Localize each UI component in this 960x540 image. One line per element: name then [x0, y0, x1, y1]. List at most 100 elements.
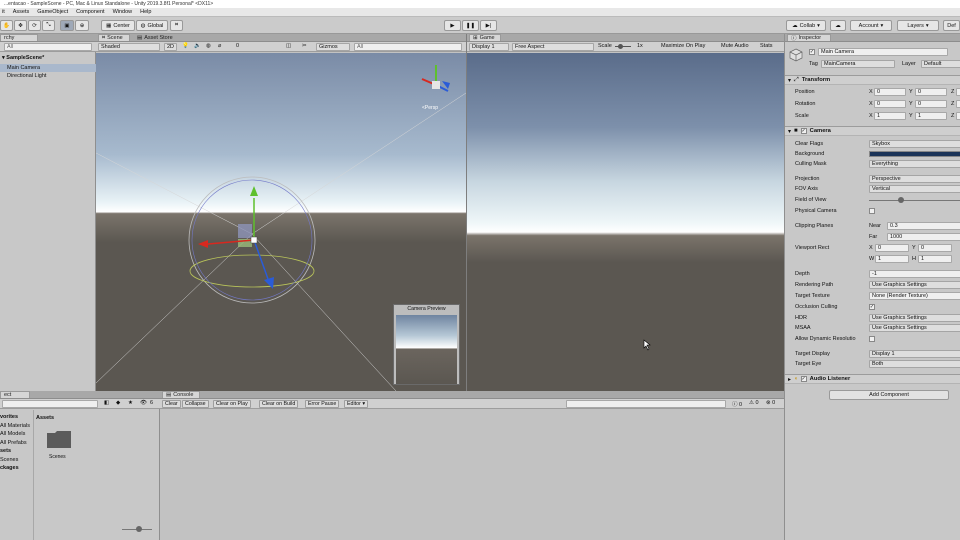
filter-label-icon[interactable]: ◆ [116, 400, 120, 406]
camera-settings-icon[interactable]: ◫ [286, 43, 291, 49]
occlusion-culling-checkbox[interactable]: ✓ [869, 304, 875, 310]
tab-console[interactable]: ▤ Console [162, 391, 200, 398]
rotation-z-field[interactable] [956, 100, 960, 108]
camera-enabled-checkbox[interactable]: ✓ [800, 128, 807, 134]
depth-field[interactable]: -1 [869, 270, 960, 278]
tab-inspector[interactable]: ⓘ Inspector [787, 34, 831, 42]
error-count-toggle[interactable]: ⊗ 0 [766, 400, 775, 406]
menu-help[interactable]: Help [140, 9, 151, 15]
filter-type-icon[interactable]: ◧ [104, 400, 109, 406]
project-tree-item[interactable]: All Materials [0, 423, 30, 429]
dynamic-resolution-checkbox[interactable] [869, 336, 875, 342]
console-search-input[interactable] [566, 400, 726, 408]
pause-button[interactable]: ❚❚ [462, 20, 479, 31]
camera-header[interactable]: ▾ ■ ✓ Camera [785, 126, 960, 136]
projection-dropdown[interactable]: Perspective [869, 175, 960, 183]
far-clip-field[interactable]: 1000 [887, 233, 960, 241]
pivot-center-button[interactable]: ▦ Center [101, 20, 135, 31]
physical-camera-checkbox[interactable] [869, 208, 875, 214]
layout-dropdown[interactable]: Def [943, 20, 960, 31]
transform-header[interactable]: ▾ ⤢ Transform [785, 75, 960, 85]
account-dropdown[interactable]: Account ▾ [850, 20, 892, 31]
project-tree-item[interactable]: sets [0, 448, 11, 454]
log-count-toggle[interactable]: ⓘ 0 [732, 400, 742, 408]
target-display-dropdown[interactable]: Display 1 [869, 350, 960, 358]
favorite-icon[interactable]: ★ [128, 400, 133, 406]
center-handle[interactable] [250, 236, 258, 244]
2d-toggle[interactable]: 2D [164, 43, 177, 51]
rotation-x-field[interactable]: 0 [874, 100, 906, 108]
scale-x-field[interactable]: 1 [874, 112, 906, 120]
scene-viewport[interactable]: <Persp Camera Preview [96, 53, 466, 391]
transform-tool-button[interactable]: ⊕ [75, 20, 89, 31]
tab-hierarchy[interactable]: rchy [0, 34, 38, 41]
audio-listener-header[interactable]: ▸ ◖ ✓ Audio Listener [785, 374, 960, 384]
rendering-path-dropdown[interactable]: Use Graphics Settings [869, 281, 960, 289]
hand-tool-button[interactable]: ✋ [0, 20, 13, 31]
display-dropdown[interactable]: Display 1 [469, 43, 509, 51]
scale-tool-button[interactable]: ⤡ [42, 20, 55, 31]
clear-on-play-button[interactable]: Clear on Play [213, 400, 251, 408]
target-eye-dropdown[interactable]: Both [869, 360, 960, 368]
axis-z-arrow[interactable] [264, 277, 274, 289]
project-tree-item[interactable]: vorites [0, 414, 18, 420]
fov-slider-thumb[interactable] [897, 197, 904, 203]
menu-edit[interactable]: it [2, 9, 5, 15]
viewport-h-field[interactable]: 1 [918, 255, 952, 263]
fov-slider[interactable] [869, 200, 960, 201]
lighting-icon[interactable]: 💡 [182, 43, 189, 49]
plane-handle-xy[interactable] [238, 224, 252, 238]
tools-icon[interactable]: ✂ [302, 43, 307, 49]
aspect-dropdown[interactable]: Free Aspect [512, 43, 594, 51]
project-tree-item[interactable]: ckages [0, 465, 19, 471]
near-clip-field[interactable]: 0.3 [887, 222, 960, 230]
tab-project[interactable]: ect [0, 391, 30, 398]
hidden-objects-icon[interactable]: ⌀ [218, 43, 221, 49]
orientation-gizmo[interactable]: <Persp [421, 65, 450, 111]
hierarchy-item-main-camera[interactable]: Main Camera [0, 64, 96, 72]
layer-dropdown[interactable]: Default [921, 60, 960, 68]
culling-mask-dropdown[interactable]: Everything [869, 160, 960, 168]
audio-listener-checkbox[interactable]: ✓ [800, 376, 807, 382]
gizmos-dropdown[interactable]: Gizmos [316, 43, 350, 51]
project-search-input[interactable] [2, 400, 98, 408]
audio-icon[interactable]: 🔈 [194, 43, 201, 49]
scene-root-item[interactable]: ▾ SampleScene* [2, 55, 44, 61]
axis-x-arrow[interactable] [198, 240, 208, 248]
effects-icon[interactable]: ◍ [206, 43, 211, 49]
object-name-field[interactable]: Main Camera [818, 48, 948, 56]
tab-asset-store[interactable]: ▤ Asset Store [134, 34, 184, 41]
warning-count-toggle[interactable]: ⚠ 0 [749, 400, 759, 406]
clear-button[interactable]: Clear [162, 400, 181, 408]
layers-dropdown[interactable]: Layers ▾ [897, 20, 939, 31]
position-y-field[interactable]: 0 [915, 88, 947, 96]
viewport-x-field[interactable]: 0 [875, 244, 909, 252]
maximize-on-play-toggle[interactable]: Maximize On Play [661, 43, 705, 49]
clear-flags-dropdown[interactable]: Skybox [869, 140, 960, 148]
menu-gameobject[interactable]: GameObject [37, 9, 68, 15]
axis-y-arrow[interactable] [250, 186, 258, 196]
axis-z-handle[interactable] [253, 239, 269, 280]
target-texture-field[interactable]: None (Render Texture) [869, 292, 960, 300]
shading-mode-dropdown[interactable]: Shaded [98, 43, 160, 51]
folder-scenes[interactable] [46, 429, 72, 451]
move-tool-button[interactable]: ✥ [14, 20, 27, 31]
menu-component[interactable]: Component [76, 9, 104, 15]
visibility-icon[interactable]: 👁 [140, 400, 147, 406]
play-button[interactable]: ▶ [444, 20, 461, 31]
add-component-button[interactable]: Add Component [829, 390, 949, 400]
rotation-y-field[interactable]: 0 [915, 100, 947, 108]
position-z-field[interactable] [956, 88, 960, 96]
scale-slider-thumb[interactable] [618, 44, 623, 49]
hdr-dropdown[interactable]: Use Graphics Settings [869, 314, 960, 322]
rect-tool-button[interactable]: ▣ [60, 20, 74, 31]
collapse-button[interactable]: Collapse [182, 400, 209, 408]
icon-size-slider-thumb[interactable] [136, 526, 142, 532]
scene-search-input[interactable]: All [354, 43, 462, 51]
active-checkbox[interactable]: ✓ [809, 49, 815, 55]
background-color-swatch[interactable] [869, 151, 960, 157]
error-pause-button[interactable]: Error Pause [305, 400, 340, 408]
services-button[interactable]: ☁ [830, 20, 846, 31]
tab-game[interactable]: ⊞ Game [469, 34, 501, 41]
rotate-tool-button[interactable]: ⟳ [28, 20, 41, 31]
